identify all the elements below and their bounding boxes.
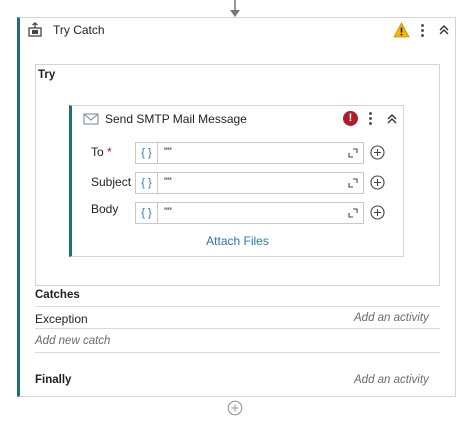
add-new-catch-link[interactable]: Add new catch [35, 335, 110, 347]
error-icon[interactable]: ! [343, 111, 358, 126]
attach-files-link[interactable]: Attach Files [72, 234, 403, 248]
try-catch-title: Try Catch [53, 23, 105, 37]
catches-label: Catches [35, 289, 80, 301]
field-label-subject: Subject [91, 175, 132, 189]
send-smtp-mail-activity[interactable]: Send SMTP Mail Message ! To * { } "" Sub… [69, 105, 404, 257]
add-circle-icon[interactable] [370, 175, 385, 190]
smtp-menu-kebab-icon[interactable] [369, 112, 373, 126]
add-circle-icon[interactable] [370, 145, 385, 160]
field-label-body: Body [91, 202, 119, 216]
try-label: Try [38, 69, 56, 81]
to-field[interactable]: { } "" [135, 142, 364, 164]
try-catch-header[interactable]: Try Catch [20, 18, 455, 44]
add-activity-circle-icon[interactable] [227, 400, 243, 416]
expand-editor-icon[interactable] [348, 178, 358, 188]
try-catch-icon [28, 22, 42, 37]
try-catch-collapse-icon[interactable] [438, 24, 450, 36]
expression-editor-braces-icon[interactable]: { } [136, 203, 158, 223]
smtp-collapse-icon[interactable] [386, 113, 398, 125]
divider [35, 306, 440, 307]
exception-add-activity[interactable]: Add an activity [354, 312, 429, 324]
field-row-to: To * { } "" [72, 142, 403, 164]
warning-icon[interactable] [393, 22, 410, 38]
field-row-body: Body { } "" [72, 202, 403, 224]
exception-label[interactable]: Exception [35, 312, 88, 326]
field-row-subject: Subject { } "" [72, 172, 403, 194]
subject-field-value: "" [164, 176, 172, 188]
smtp-title: Send SMTP Mail Message [105, 112, 247, 126]
add-circle-icon[interactable] [370, 205, 385, 220]
mail-icon [83, 113, 99, 125]
required-marker: * [107, 145, 112, 159]
divider [35, 328, 440, 329]
divider [35, 352, 440, 353]
finally-label: Finally [35, 374, 72, 386]
field-label-to: To * [91, 145, 112, 159]
try-catch-menu-kebab-icon[interactable] [421, 24, 425, 38]
expand-editor-icon[interactable] [348, 148, 358, 158]
try-section: Try Send SMTP Mail Message ! To * { } "" [35, 64, 440, 286]
body-field-value: "" [164, 206, 172, 218]
body-field[interactable]: { } "" [135, 202, 364, 224]
connector-arrow-down-icon [230, 0, 240, 17]
expression-editor-braces-icon[interactable]: { } [136, 173, 158, 193]
try-catch-activity[interactable]: Try Catch Try Send SMTP Mail Message ! T [17, 17, 456, 397]
finally-add-activity[interactable]: Add an activity [354, 374, 429, 386]
expression-editor-braces-icon[interactable]: { } [136, 143, 158, 163]
expand-editor-icon[interactable] [348, 208, 358, 218]
subject-field[interactable]: { } "" [135, 172, 364, 194]
to-field-value: "" [164, 146, 172, 158]
